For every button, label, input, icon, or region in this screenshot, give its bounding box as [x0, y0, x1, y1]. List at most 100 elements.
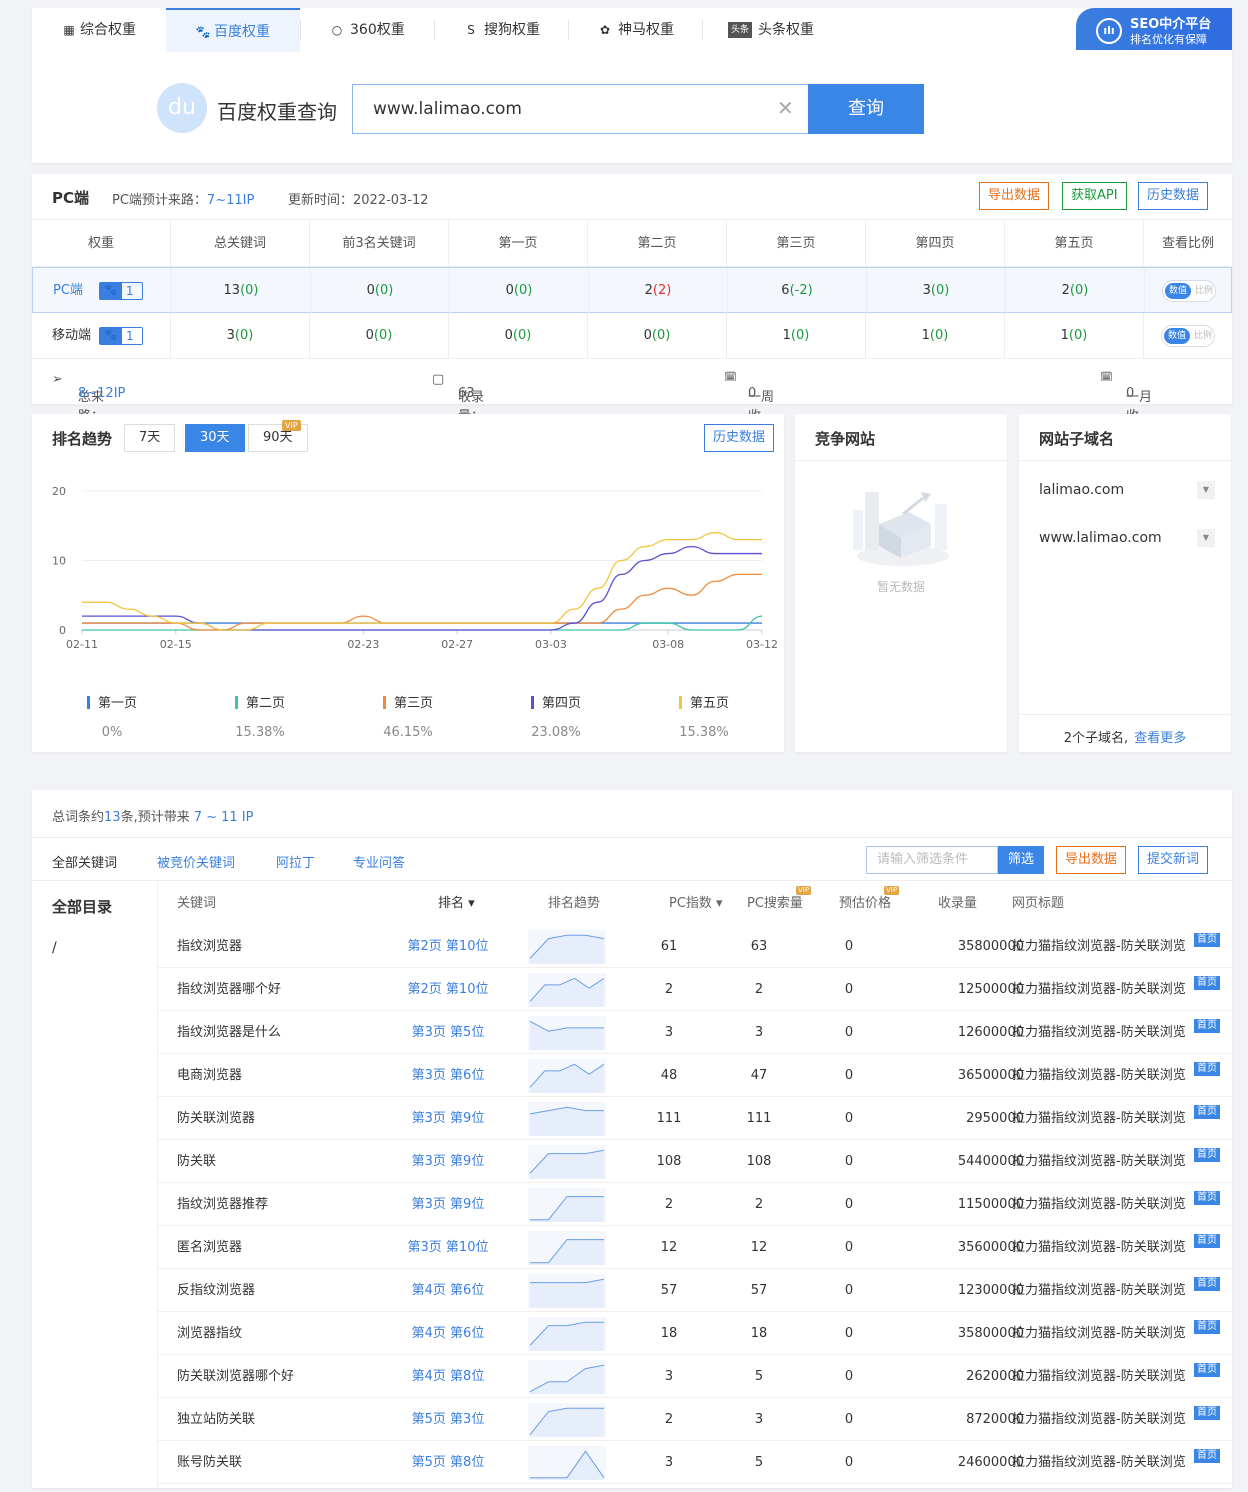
view-more-link[interactable]: 查看更多 [1134, 731, 1186, 746]
legend-label: 第五页 [689, 696, 729, 711]
rank-link[interactable]: 第5页 第8位 [378, 1441, 518, 1484]
home-badge: 首页 [1194, 1234, 1220, 1248]
value-ratio-toggle[interactable]: 数值 比例 [1162, 279, 1216, 302]
count-cell[interactable]: 13(0) [172, 268, 311, 314]
table-row[interactable]: 匿名浏览器 第3页 第10位 12 12 0 35600000 拉力猫指纹浏览器-防关联浏览… [158, 1226, 1232, 1269]
rank-link[interactable]: 第3页 第9位 [378, 1140, 518, 1183]
table-row[interactable]: 电商浏览器 第3页 第6位 48 47 0 36500000 拉力猫指纹浏览器-防关联浏览首… [158, 1054, 1232, 1097]
tab-360-weight[interactable]: ○ 360权重 [300, 8, 434, 52]
page-title: 拉力猫指纹浏览器-防关联浏览 [1012, 1097, 1222, 1140]
count-cell[interactable]: 0(0) [311, 268, 450, 314]
rank-sparkline [528, 1145, 606, 1179]
table-row[interactable]: 指纹浏览器推荐 第3页 第9位 2 2 0 11500000 拉力猫指纹浏览器-防关联浏览首… [158, 1183, 1232, 1226]
home-badge: 首页 [1194, 1406, 1220, 1420]
clear-icon[interactable]: ✕ [777, 96, 794, 120]
rank-sparkline [528, 1403, 606, 1437]
title-text: 拉力猫指纹浏览器-防关联浏览 [1012, 1455, 1186, 1470]
count-cell[interactable]: 1(0) [727, 313, 866, 359]
count-cell[interactable]: 0(0) [588, 313, 727, 359]
legend-label: 第三页 [393, 696, 433, 711]
tab-sogou-weight[interactable]: S 搜狗权重 [434, 8, 568, 52]
chevron-down-icon[interactable]: ▼ [1197, 481, 1215, 499]
count-cell[interactable]: 0(0) [450, 268, 589, 314]
export-data-button[interactable]: 导出数据 [979, 182, 1050, 210]
legend-percent: 15.38% [235, 725, 285, 740]
tab-overall-weight[interactable]: ▦ 综合权重 [32, 8, 166, 52]
col-rank[interactable]: 排名 ▾ [438, 882, 475, 925]
tab-toutiao-weight[interactable]: 头条 头条权重 [702, 8, 862, 52]
rank-link[interactable]: 第3页 第9位 [378, 1097, 518, 1140]
filter-input[interactable]: 请输入筛选条件 [866, 846, 998, 874]
count-cell[interactable]: 2(2) [589, 268, 728, 314]
price: 0 [844, 1369, 854, 1384]
count-delta: (0) [1068, 328, 1088, 343]
table-row[interactable]: 账号防关联 第5页 第8位 3 5 0 24600000 拉力猫指纹浏览器-防关联浏览 首页 [158, 1441, 1232, 1484]
title-text: 拉力猫指纹浏览器-防关联浏览 [1012, 1240, 1186, 1255]
table-row[interactable]: 指纹浏览器是什么 第3页 第5位 3 3 0 12600000 拉力猫指纹浏览器-防关联浏览… [158, 1011, 1232, 1054]
chevron-down-icon[interactable]: ▼ [1197, 529, 1215, 547]
range-7d-button[interactable]: 7天 [124, 424, 176, 452]
directory-root[interactable]: / [52, 940, 57, 956]
rank-link[interactable]: 第5页 第3位 [378, 1398, 518, 1441]
count-cell[interactable]: 1(0) [866, 313, 1005, 359]
table-row[interactable]: 防关联 第3页 第9位 108 108 0 54400000 拉力猫指纹浏览器-防关联浏览首… [158, 1140, 1232, 1183]
table-row[interactable]: 反指纹浏览器 第4页 第6位 57 57 0 12300000 拉力猫指纹浏览器-防关联浏览… [158, 1269, 1232, 1312]
count-cell[interactable]: 3(0) [867, 268, 1006, 314]
filter-button[interactable]: 筛选 [998, 846, 1044, 874]
seo-platform-badge[interactable]: ılı SEO中介平台 排名优化有保障 [1076, 8, 1232, 50]
count-cell[interactable]: 0(0) [449, 313, 588, 359]
value-ratio-toggle[interactable]: 数值 比例 [1161, 324, 1215, 347]
title-text: 拉力猫指纹浏览器-防关联浏览 [1012, 939, 1186, 954]
domain-search-input[interactable]: www.lalimao.com [352, 84, 808, 134]
rank-link[interactable]: 第4页 第8位 [378, 1355, 518, 1398]
count-value: 3 [922, 283, 931, 298]
rank-link[interactable]: 第4页 第6位 [378, 1312, 518, 1355]
rank-link[interactable]: 第2页 第10位 [378, 925, 518, 968]
count-cell[interactable]: 3(0) [171, 313, 310, 359]
count-cell[interactable]: 6(-2) [728, 268, 867, 314]
tab-qa[interactable]: 专业问答 [353, 852, 405, 871]
tab-shenma-weight[interactable]: ✿ 神马权重 [568, 8, 702, 52]
table-row[interactable]: 指纹浏览器哪个好 第2页 第10位 2 2 0 12500000 拉力猫指纹浏览器-防关联浏… [158, 968, 1232, 1011]
index-count: 54400000 [957, 1154, 1024, 1169]
table-row[interactable]: 防关联浏览器 第3页 第9位 111 111 0 2950000 拉力猫指纹浏览器-防关联浏… [158, 1097, 1232, 1140]
tab-aladdin[interactable]: 阿拉丁 [276, 852, 315, 871]
tab-all-keywords[interactable]: 全部关键词 [52, 852, 117, 871]
table-row[interactable]: 浏览器指纹 第4页 第6位 18 18 0 35800000 拉力猫指纹浏览器-防关联浏览首… [158, 1312, 1232, 1355]
page-title: 拉力猫指纹浏览器-防关联浏览 [1012, 1183, 1222, 1226]
title-text: 拉力猫指纹浏览器-防关联浏览 [1012, 1197, 1186, 1212]
count-value: 1 [782, 328, 791, 343]
table-row-pc[interactable]: PC端 🐾 1 13(0) 0(0) 0(0) 2(2) 6(-2) 3(0) 2(0) 数值 比例 [32, 267, 1232, 314]
keyword-text: 匿名浏览器 [177, 1240, 243, 1255]
count-value: 1 [921, 328, 930, 343]
tab-baidu-weight[interactable]: 🐾 百度权重 [166, 8, 300, 52]
sogou-icon: S [467, 23, 475, 37]
trend-history-button[interactable]: 历史数据 [704, 424, 775, 452]
table-row[interactable]: 指纹浏览器 第2页 第10位 61 63 0 35800000 拉力猫指纹浏览器-防关联浏览… [158, 925, 1232, 968]
subdomain-item[interactable]: www.lalimao.com [1039, 530, 1162, 546]
page-title: 拉力猫指纹浏览器-防关联浏览 [1012, 1054, 1222, 1097]
count-cell[interactable]: 1(0) [1005, 313, 1144, 359]
submit-keyword-button[interactable]: 提交新词 [1138, 846, 1209, 874]
table-row[interactable]: 防关联浏览器哪个好 第4页 第8位 3 5 0 2620000 拉力猫指纹浏览器-防关联浏览… [158, 1355, 1232, 1398]
rank-link[interactable]: 第2页 第10位 [378, 968, 518, 1011]
tab-bid-keywords[interactable]: 被竞价关键词 [157, 852, 235, 871]
count-cell[interactable]: 0(0) [310, 313, 449, 359]
keyword-export-button[interactable]: 导出数据 [1056, 846, 1127, 874]
rank-link[interactable]: 第3页 第10位 [378, 1226, 518, 1269]
rank-link[interactable]: 第4页 第6位 [378, 1269, 518, 1312]
history-data-button[interactable]: 历史数据 [1138, 182, 1209, 210]
query-button[interactable]: 查询 [808, 84, 924, 134]
page-title: 拉力猫指纹浏览器-防关联浏览 [1012, 1011, 1222, 1054]
rank-link[interactable]: 第3页 第5位 [378, 1011, 518, 1054]
pc-volume: 2 [754, 1197, 764, 1212]
count-cell[interactable]: 2(0) [1006, 268, 1145, 314]
subdomain-item[interactable]: lalimao.com [1039, 482, 1124, 498]
table-row-mobile[interactable]: 移动端 🐾 1 3(0) 0(0) 0(0) 0(0) 1(0) 1(0) 1(0) 数值 比例 [32, 313, 1232, 359]
rank-link[interactable]: 第3页 第6位 [378, 1054, 518, 1097]
table-row[interactable]: 独立站防关联 第5页 第3位 2 3 0 8720000 拉力猫指纹浏览器-防关联浏览 首页 [158, 1398, 1232, 1441]
get-api-button[interactable]: 获取API [1062, 182, 1127, 210]
col-pc-index[interactable]: PC指数 ▾ [669, 882, 723, 925]
range-30d-button[interactable]: 30天 [185, 424, 245, 452]
rank-link[interactable]: 第3页 第9位 [378, 1183, 518, 1226]
